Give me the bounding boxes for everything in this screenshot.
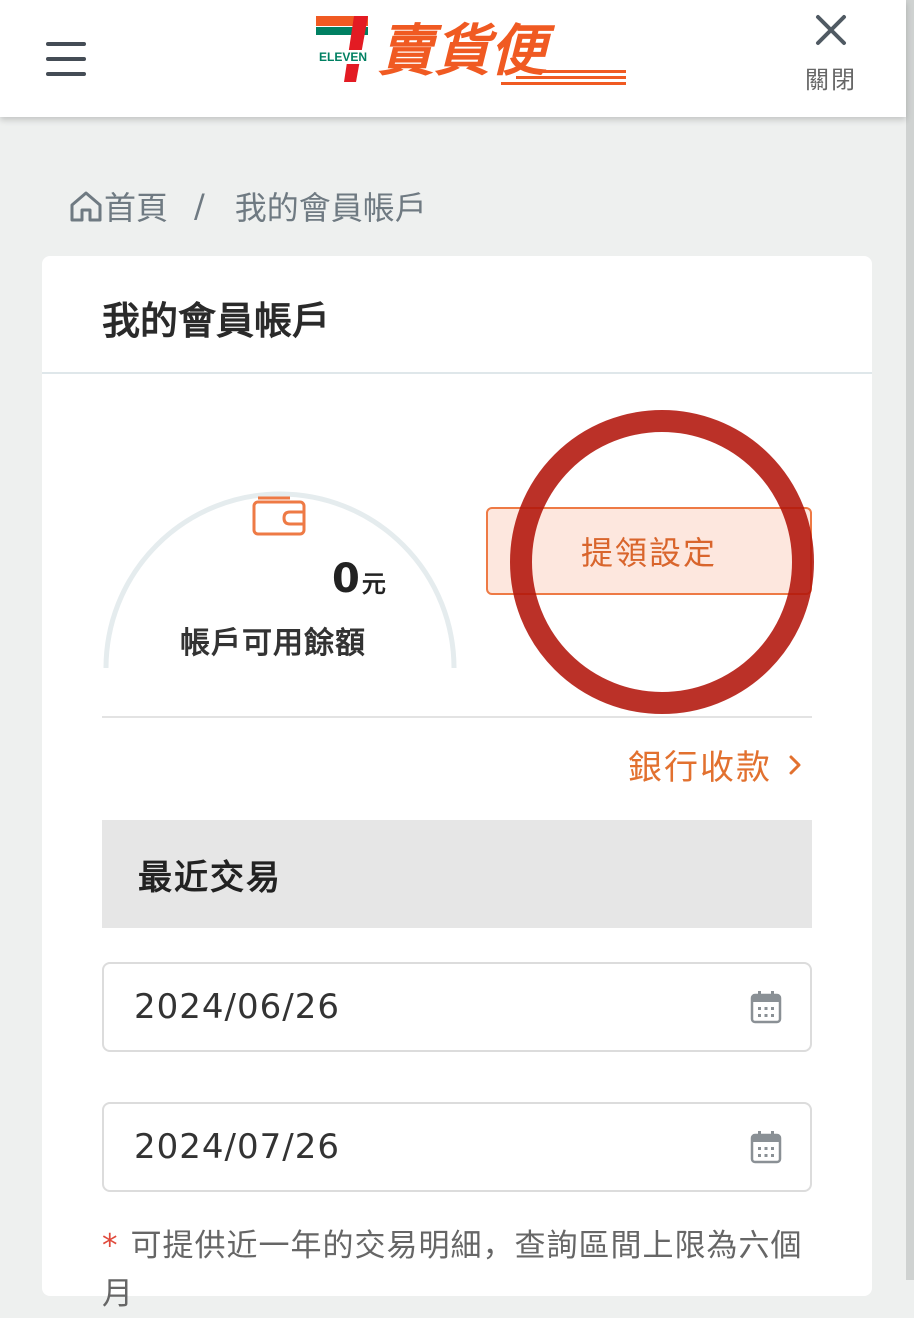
page-scrollbar[interactable] xyxy=(906,0,914,1280)
bank-link-label: 銀行收款 xyxy=(628,748,772,788)
breadcrumb-home[interactable]: 首頁 xyxy=(68,183,168,229)
calendar-icon[interactable] xyxy=(750,990,782,1024)
query-range-note: * 可提供近一年的交易明細，查詢區間上限為六個月 xyxy=(102,1222,822,1318)
start-date-value: 2024/06/26 xyxy=(134,987,340,1027)
brand-logo[interactable]: ELEVEN 賣貨便 xyxy=(316,12,626,88)
balance-unit: 元 xyxy=(361,570,386,598)
balance-label: 帳戶可用餘額 xyxy=(180,626,366,661)
close-icon xyxy=(816,15,846,45)
account-card: 我的會員帳戶 0元 帳戶可用餘額 提領設定 銀行收款 最近交易 2024/06/… xyxy=(42,256,872,1312)
wallet-icon xyxy=(252,496,306,536)
balance-value: 0 xyxy=(332,556,360,602)
close-label: 關閉 xyxy=(805,66,857,94)
annotation-circle xyxy=(510,410,814,714)
section-divider xyxy=(102,716,812,718)
svg-text:ELEVEN: ELEVEN xyxy=(319,50,367,64)
recent-title: 最近交易 xyxy=(138,858,282,898)
required-mark: * xyxy=(102,1228,119,1264)
card-divider xyxy=(42,372,872,374)
breadcrumb-current: 我的會員帳戶 xyxy=(234,189,427,227)
breadcrumb-home-label: 首頁 xyxy=(104,189,169,227)
breadcrumb: 首頁 / 我的會員帳戶 xyxy=(68,182,427,230)
recent-transactions-header: 最近交易 xyxy=(102,820,812,928)
balance-amount: 0元 xyxy=(332,556,386,602)
card-title: 我的會員帳戶 xyxy=(102,299,331,343)
calendar-icon[interactable] xyxy=(750,1130,782,1164)
breadcrumb-separator: / xyxy=(194,187,205,225)
note-text: 可提供近一年的交易明細，查詢區間上限為六個月 xyxy=(102,1228,803,1312)
end-date-input[interactable]: 2024/07/26 xyxy=(102,1102,812,1192)
chevron-right-icon xyxy=(789,755,801,774)
start-date-input[interactable]: 2024/06/26 xyxy=(102,962,812,1052)
home-icon xyxy=(70,191,102,222)
top-header: ELEVEN 賣貨便 關閉 xyxy=(0,0,906,117)
menu-icon[interactable] xyxy=(46,42,88,76)
bank-collection-link[interactable]: 銀行收款 xyxy=(628,740,802,789)
svg-text:賣貨便: 賣貨便 xyxy=(378,19,556,84)
end-date-value: 2024/07/26 xyxy=(134,1127,340,1167)
close-button[interactable]: 關閉 xyxy=(796,10,866,95)
